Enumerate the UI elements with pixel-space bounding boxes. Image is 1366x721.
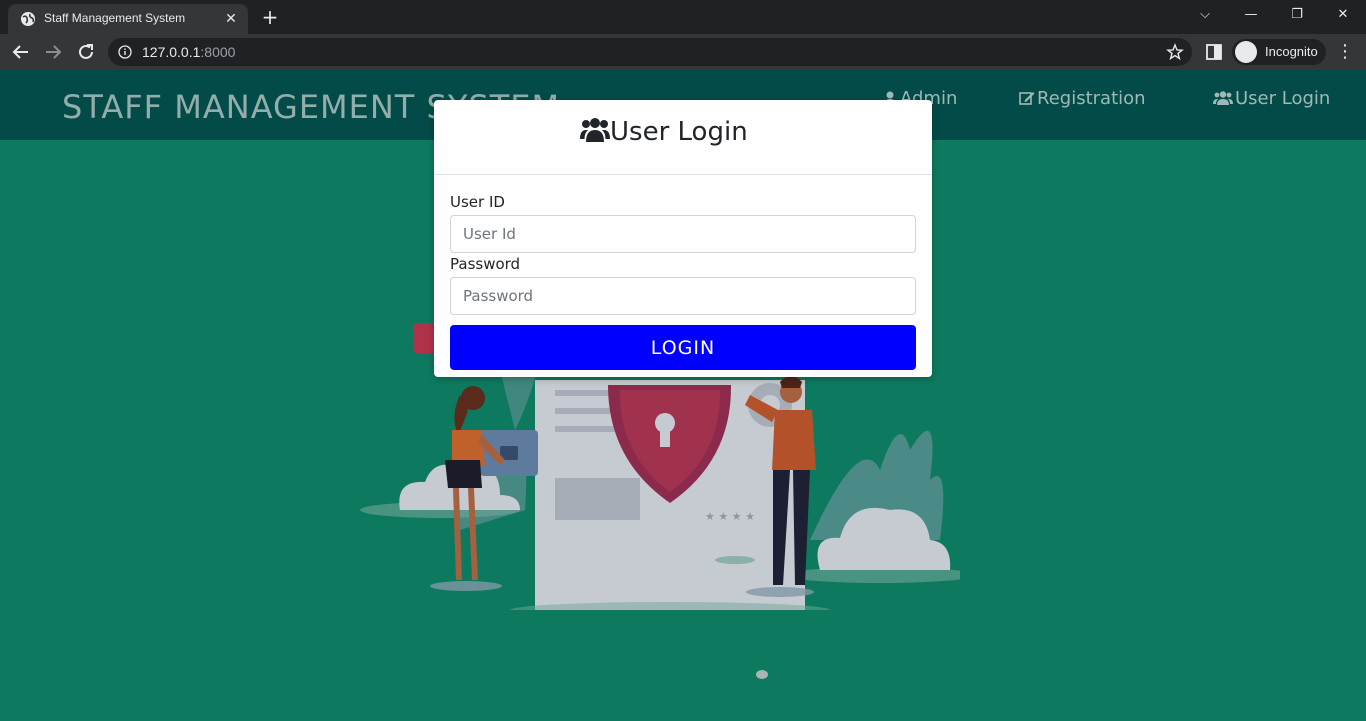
browser-tab[interactable]: Staff Management System ✕ xyxy=(8,4,248,34)
browser-menu-icon[interactable]: ⋮ xyxy=(1336,42,1354,62)
users-icon xyxy=(1213,91,1233,105)
login-button[interactable]: LOGIN xyxy=(450,325,916,370)
back-arrow-icon[interactable] xyxy=(8,39,34,65)
svg-text:★ ★ ★ ★: ★ ★ ★ ★ xyxy=(705,510,755,523)
password-input[interactable] xyxy=(450,277,916,315)
reload-icon[interactable] xyxy=(73,39,99,65)
modal-header: User Login xyxy=(434,100,932,175)
user-id-input[interactable] xyxy=(450,215,916,253)
address-bar[interactable]: 127.0.0.1:8000 xyxy=(108,38,1192,66)
nav-registration-link[interactable]: Registration xyxy=(1019,88,1146,109)
info-icon[interactable] xyxy=(118,45,132,59)
edit-icon xyxy=(1019,92,1035,105)
modal-title: User Login xyxy=(580,117,748,147)
browser-tab-bar: Staff Management System ✕ + ⌵ — ❐ ✕ xyxy=(0,0,1366,34)
incognito-icon xyxy=(1235,41,1257,63)
password-label: Password xyxy=(450,255,521,273)
page-body: STAFF MANAGEMENT SYSTEM Admin Registrati… xyxy=(0,70,1366,721)
users-icon xyxy=(580,118,610,142)
close-tab-icon[interactable]: ✕ xyxy=(222,10,240,28)
login-modal: User Login User ID Password LOGIN xyxy=(434,100,932,377)
restore-button[interactable]: ❐ xyxy=(1283,4,1311,26)
tab-search-icon[interactable]: ⌵ xyxy=(1191,4,1219,26)
close-window-button[interactable]: ✕ xyxy=(1329,4,1357,26)
url-text: 127.0.0.1:8000 xyxy=(142,44,236,60)
bookmark-star-icon[interactable] xyxy=(1166,43,1184,61)
browser-toolbar: 127.0.0.1:8000 Incognito ⋮ xyxy=(0,34,1366,70)
user-id-label: User ID xyxy=(450,193,505,211)
incognito-badge[interactable]: Incognito xyxy=(1232,39,1326,65)
carousel-indicator[interactable] xyxy=(756,670,768,679)
new-tab-button[interactable]: + xyxy=(258,6,282,28)
tab-title: Staff Management System xyxy=(44,11,186,25)
side-panel-icon[interactable] xyxy=(1205,43,1223,61)
globe-icon xyxy=(21,12,35,26)
nav-user-login-link[interactable]: User Login xyxy=(1213,88,1330,109)
forward-arrow-icon[interactable] xyxy=(40,39,66,65)
minimize-button[interactable]: — xyxy=(1237,4,1265,26)
